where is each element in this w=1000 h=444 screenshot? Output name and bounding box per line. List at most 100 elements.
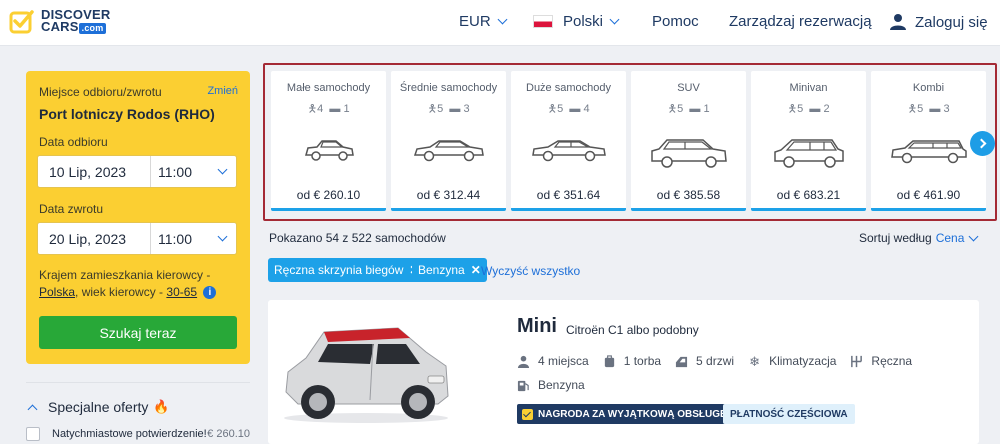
- car-model: Citroën C1 albo podobny: [566, 323, 699, 337]
- pickup-location: Port lotniczy Rodos (RHO): [39, 106, 215, 122]
- suv-icon: [650, 139, 727, 168]
- luggage-icon: [604, 354, 614, 367]
- category-card-large[interactable]: Duże samochody 🯅5 ▬ 4 od € 351.64: [511, 71, 626, 211]
- medium-car-icon: [413, 140, 484, 162]
- bag-icon: ▬: [449, 103, 461, 115]
- language-selector[interactable]: Polski: [533, 13, 620, 30]
- category-specs: 🯅4 ▬ 1: [271, 100, 386, 119]
- feature-transmission-label: Ręczna: [871, 354, 913, 368]
- login-link[interactable]: Zaloguj się: [889, 13, 988, 31]
- logo[interactable]: DISCOVER CARS .com: [9, 8, 111, 34]
- chevron-down-icon: [217, 231, 228, 242]
- person-icon: 🯅: [307, 103, 318, 115]
- service-award-badge: NAGRODA ZA WYJĄTKOWĄ OBSŁUGĘ: [517, 404, 732, 424]
- info-icon[interactable]: i: [203, 286, 217, 300]
- filter-chip-label: Ręczna skrzynia biegów: [274, 263, 404, 277]
- logo-text-line2: CARS: [41, 18, 79, 34]
- feature-doors: 5 drzwi: [675, 354, 734, 368]
- currency-selector[interactable]: EUR: [459, 13, 508, 30]
- poland-flag-icon: [533, 15, 553, 28]
- driver-info: Krajem zamieszkania kierowcy - Polska, w…: [39, 267, 244, 301]
- special-offers-title: Specjalne oferty: [48, 399, 149, 415]
- search-now-button[interactable]: Szukaj teraz: [39, 316, 237, 349]
- small-car-icon: [304, 140, 354, 161]
- close-icon[interactable]: ✕: [471, 263, 481, 277]
- feature-ac-label: Klimatyzacja: [769, 354, 837, 368]
- feature-bags: 1 torba: [603, 354, 661, 368]
- filter-chip-petrol[interactable]: Benzyna ✕: [412, 258, 487, 282]
- gearbox-icon: [851, 355, 863, 367]
- category-card-estate[interactable]: Kombi 🯅5 ▬ 3 od € 461.90: [871, 71, 986, 211]
- person-icon: 🯅: [547, 103, 558, 115]
- instant-confirmation-filter[interactable]: Natychmiastowe potwierdzenie! € 260.10: [26, 427, 250, 441]
- category-price: od € 683.21: [776, 188, 841, 202]
- category-specs: 🯅5 ▬ 1: [631, 100, 746, 119]
- partial-payment-badge: PŁATNOŚĆ CZĘŚCIOWA: [723, 404, 855, 424]
- bag-icon: ▬: [329, 103, 341, 115]
- logo-com: .com: [78, 22, 107, 34]
- checkmark-icon: [522, 408, 533, 420]
- top-header: DISCOVER CARS .com EUR Polski Pomoc Zarzą…: [0, 0, 1000, 46]
- category-seats: 5: [557, 103, 564, 115]
- driver-age-link[interactable]: 30-65: [166, 285, 197, 299]
- chevron-up-icon: [27, 404, 38, 414]
- special-offers-toggle[interactable]: Specjalne oferty 🔥: [26, 399, 170, 415]
- category-name: Średnie samochody: [399, 82, 498, 94]
- driver-country-prefix: Krajem zamieszkania kierowcy -: [39, 268, 211, 282]
- person-icon: 🯅: [907, 103, 918, 115]
- clear-all-filters-link[interactable]: Wyczyść wszystko: [481, 264, 580, 278]
- category-bags: 2: [823, 103, 830, 115]
- feature-fuel: Benzyna: [517, 378, 585, 392]
- feature-bags-label: 1 torba: [623, 354, 662, 368]
- pickup-date-value: 10 Lip, 2023: [49, 164, 127, 180]
- pickup-time-value[interactable]: 11:00: [158, 164, 192, 180]
- chevron-right-icon: [976, 138, 986, 149]
- driver-age-prefix: , wiek kierowcy -: [75, 285, 164, 299]
- field-divider: [150, 223, 151, 254]
- field-divider: [150, 156, 151, 187]
- category-price: od € 260.10: [296, 188, 361, 202]
- chevron-down-icon: [497, 14, 508, 25]
- feature-seats-label: 4 miejsca: [538, 354, 589, 368]
- carousel-next-button[interactable]: [970, 131, 995, 156]
- special-offers-section: Specjalne oferty 🔥 Natychmiastowe potwie…: [26, 382, 250, 444]
- snowflake-icon: ❄: [749, 353, 761, 369]
- car-category-carousel: Małe samochody 🯅4 ▬ 1 od € 260.10 Średni…: [263, 63, 997, 221]
- car-features-row2: Benzyna: [517, 378, 599, 392]
- filter-chip-manual[interactable]: Ręczna skrzynia biegów ✕: [268, 258, 426, 282]
- service-award-label: NAGRODA ZA WYJĄTKOWĄ OBSŁUGĘ: [538, 408, 727, 420]
- logo-checkmark-icon: [9, 8, 35, 34]
- sort-selector[interactable]: Sortuj według Cena: [859, 231, 979, 245]
- category-card-small[interactable]: Małe samochody 🯅4 ▬ 1 od € 260.10: [271, 71, 386, 211]
- category-specs: 🯅5 ▬ 4: [511, 100, 626, 119]
- filter-chip-label: Benzyna: [418, 263, 465, 277]
- person-icon: 🯅: [427, 103, 438, 115]
- login-label: Zaloguj się: [915, 13, 988, 31]
- category-price: od € 385.58: [656, 188, 721, 202]
- driver-country-link[interactable]: Polska: [39, 285, 75, 299]
- checkbox[interactable]: [26, 427, 40, 441]
- manage-booking-link[interactable]: Zarządzaj rezerwacją: [729, 13, 872, 30]
- pickup-date-label: Data odbioru: [39, 135, 108, 149]
- category-name: Małe samochody: [286, 82, 371, 94]
- car-features: 4 miejsca 1 torba 5 drzwi ❄ Klimatyzacja…: [517, 354, 926, 368]
- return-date-label: Data zwrotu: [39, 202, 104, 216]
- category-bags: 3: [463, 103, 470, 115]
- change-location-link[interactable]: Zmień: [207, 85, 238, 97]
- user-icon: [890, 14, 906, 30]
- results-count: Pokazano 54 z 522 samochodów: [269, 231, 446, 245]
- category-bags: 3: [943, 103, 950, 115]
- category-card-suv[interactable]: SUV 🯅5 ▬ 1 od € 385.58: [631, 71, 746, 211]
- return-date-field[interactable]: 20 Lip, 2023 11:00: [37, 222, 237, 255]
- category-name: Duże samochody: [526, 82, 611, 94]
- category-card-medium[interactable]: Średnie samochody 🯅5 ▬ 3 od € 312.44: [391, 71, 506, 211]
- sort-value: Cena: [935, 231, 965, 245]
- category-card-minivan[interactable]: Minivan 🯅5 ▬ 2 od € 683.21: [751, 71, 866, 211]
- return-time-value[interactable]: 11:00: [158, 231, 192, 247]
- language-label: Polski: [563, 13, 604, 30]
- help-link[interactable]: Pomoc: [652, 13, 699, 30]
- car-offer-card[interactable]: Mini Citroën C1 albo podobny 4 miejsca 1…: [268, 300, 979, 444]
- chevron-down-icon: [968, 231, 979, 241]
- person-icon: 🯅: [667, 103, 678, 115]
- pickup-date-field[interactable]: 10 Lip, 2023 11:00: [37, 155, 237, 188]
